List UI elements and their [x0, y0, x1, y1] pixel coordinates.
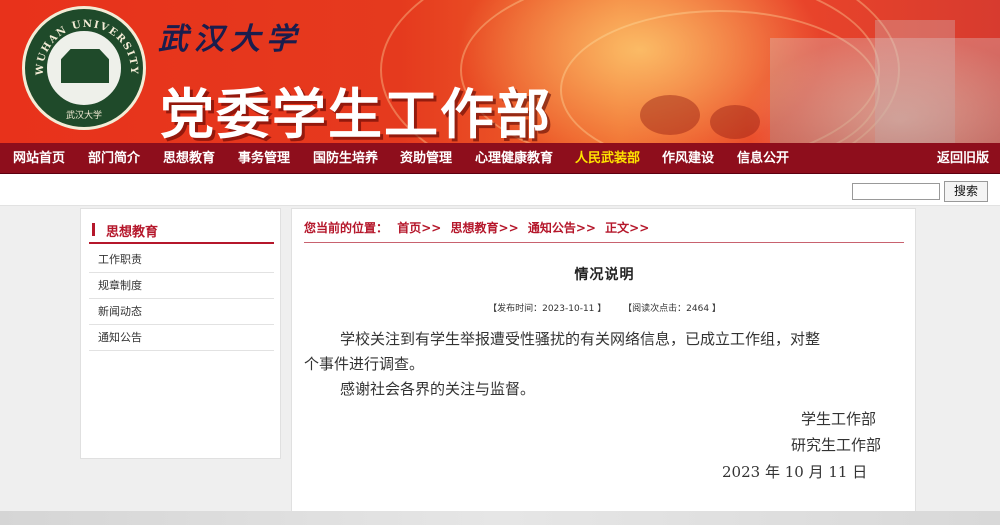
article-paragraph-1-line-1: 学校关注到有学生举报遭受性骚扰的有关网络信息，已成立工作组，对整	[340, 330, 821, 348]
university-calligraphy: 武汉大学	[158, 22, 302, 57]
article-title: 情况说明	[574, 267, 635, 283]
article-paragraph-1-line-2: 个事件进行调查。	[304, 355, 425, 373]
sidebar: 思想教育 工作职责 规章制度 新闻动态 通知公告	[80, 208, 281, 459]
sidebar-item-duties[interactable]: 工作职责	[89, 247, 274, 273]
main-nav: 网站首页 部门简介 思想教育 事务管理 国防生培养 资助管理 心理健康教育 人民…	[0, 143, 1000, 174]
breadcrumb-divider	[304, 242, 904, 243]
sidebar-item-notices[interactable]: 通知公告	[89, 325, 274, 351]
view-count: 【阅读次点击：2464 】	[623, 304, 721, 314]
sidebar-heading-label: 思想教育	[106, 225, 159, 240]
gate-icon	[61, 49, 109, 83]
nav-item-defense[interactable]: 国防生培养	[313, 143, 378, 174]
search-bar: 搜索	[0, 174, 1000, 206]
nav-item-conduct[interactable]: 作风建设	[662, 143, 714, 174]
signature-graduate-affairs: 研究生工作部	[791, 436, 882, 454]
breadcrumb-ideology[interactable]: 思想教育>>	[451, 221, 519, 235]
signature-date: 2023 年 10 月 11 日	[722, 463, 868, 481]
nav-item-disclosure[interactable]: 信息公开	[737, 143, 789, 174]
header-banner: WUHAN UNIVERSITY 武汉大学 武汉大学 党委学生工作部	[0, 0, 1000, 143]
article-paragraph-2: 感谢社会各界的关注与监督。	[340, 380, 536, 398]
logo-emblem	[45, 29, 123, 107]
breadcrumb-notices[interactable]: 通知公告>>	[528, 221, 596, 235]
nav-item-ideology[interactable]: 思想教育	[163, 143, 215, 174]
nav-item-aid[interactable]: 资助管理	[400, 143, 452, 174]
article-meta: 【发布时间：2023-10-11 】 【阅读次点击：2464 】	[292, 301, 917, 314]
breadcrumb: 您当前的位置： 首页>> 思想教育>> 通知公告>> 正文>>	[304, 219, 904, 244]
heading-marker	[92, 223, 95, 236]
banner-tree-image	[710, 105, 760, 139]
footer-decoration	[0, 511, 1000, 525]
breadcrumb-prefix: 您当前的位置：	[304, 221, 389, 235]
breadcrumb-current[interactable]: 正文>>	[605, 221, 649, 235]
university-logo: WUHAN UNIVERSITY 武汉大学	[22, 6, 146, 130]
sidebar-heading: 思想教育	[89, 213, 274, 244]
search-input[interactable]	[852, 183, 940, 200]
publish-date: 【发布时间：2023-10-11 】	[488, 304, 607, 314]
nav-item-home[interactable]: 网站首页	[13, 143, 65, 174]
banner-tree-image	[640, 95, 700, 135]
main-content: 您当前的位置： 首页>> 思想教育>> 通知公告>> 正文>> 情况说明 【发布…	[291, 208, 916, 517]
breadcrumb-home[interactable]: 首页>>	[397, 221, 441, 235]
nav-item-mental[interactable]: 心理健康教育	[475, 143, 553, 174]
nav-item-about[interactable]: 部门简介	[88, 143, 140, 174]
nav-item-armed[interactable]: 人民武装部	[575, 143, 640, 174]
nav-item-affairs[interactable]: 事务管理	[238, 143, 290, 174]
sidebar-item-news[interactable]: 新闻动态	[89, 299, 274, 325]
search-button[interactable]: 搜索	[944, 181, 988, 202]
nav-item-old-version[interactable]: 返回旧版	[937, 143, 989, 174]
department-title: 党委学生工作部	[160, 83, 552, 143]
sidebar-item-rules[interactable]: 规章制度	[89, 273, 274, 299]
logo-sub-text: 武汉大学	[65, 111, 102, 121]
signature-student-affairs: 学生工作部	[801, 410, 877, 428]
banner-building-image	[770, 38, 1000, 143]
